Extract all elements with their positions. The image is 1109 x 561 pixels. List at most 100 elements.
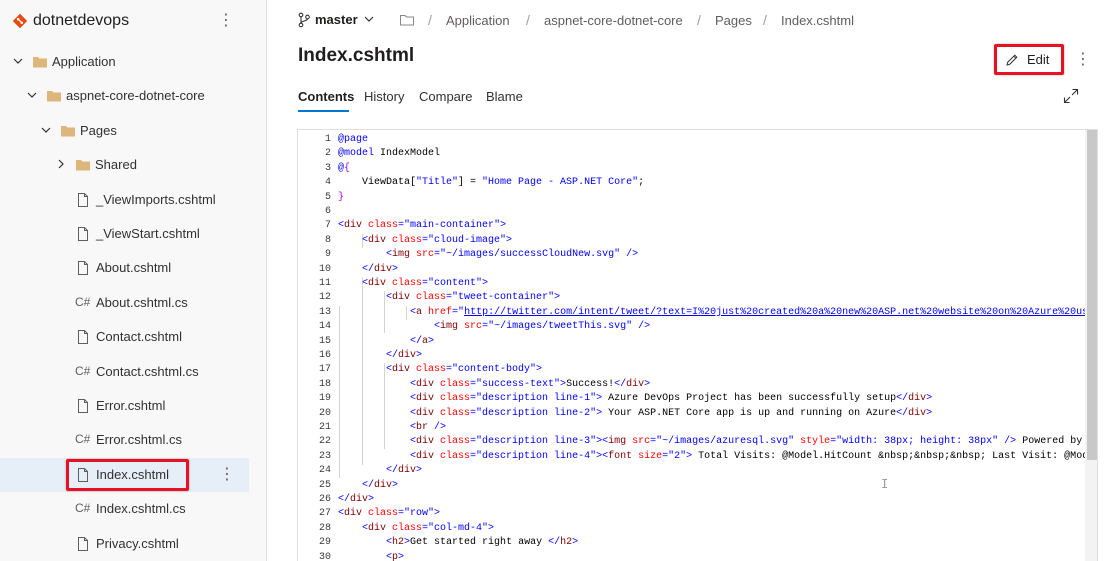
line-number: 5 [324, 191, 331, 203]
code-line: <div class="description line-2"> Your AS… [338, 407, 932, 421]
breadcrumb-item[interactable]: Application [446, 13, 510, 28]
breadcrumb-separator: / [763, 12, 767, 28]
code-token: < [338, 278, 369, 289]
tree-folder[interactable]: Application [0, 45, 249, 79]
tree-file[interactable]: Error.cshtml [0, 389, 249, 423]
code-line: <br /> [338, 421, 446, 435]
tab-contents[interactable]: Contents [298, 89, 354, 104]
code-scrollbar-thumb[interactable] [1087, 130, 1097, 460]
code-token: ="description line-3">< [470, 436, 609, 448]
repo-more-icon[interactable]: ⋮ [218, 11, 234, 31]
repo-name[interactable]: dotnetdevops [33, 12, 129, 30]
code-line: <div class="col-md-4"> [338, 522, 494, 536]
tree-file[interactable]: C# About.cshtml.cs [0, 286, 249, 320]
code-token: div [626, 378, 645, 390]
code-token: ="~/images/azuresql.svg" [650, 436, 795, 448]
breadcrumb-item[interactable]: Pages [715, 13, 752, 28]
tree-file[interactable]: _ViewImports.cshtml [0, 183, 249, 217]
code-line: <div class="success-text">Success!</div> [338, 378, 650, 392]
code-token: < [338, 378, 417, 390]
code-token: br [416, 422, 429, 433]
more-actions-icon[interactable]: ⋮ [1075, 50, 1091, 70]
code-line: <div class="description line-4"><font si… [338, 450, 1098, 464]
code-token: > [392, 263, 399, 275]
code-line: <p> [338, 551, 404, 561]
page-title: Index.cshtml [298, 45, 415, 66]
breadcrumb-item[interactable]: Index.cshtml [781, 13, 854, 28]
code-token: size [632, 450, 663, 462]
code-token[interactable]: http://twitter.com/intent/tweet/?text=I%… [464, 307, 1097, 318]
code-token: "Home Page - ASP.NET Core" [482, 177, 639, 189]
code-token: class [362, 508, 399, 520]
item-more-icon[interactable]: ⋮ [219, 465, 235, 485]
code-token: ="row"> [398, 508, 441, 520]
code-token: Get started right away [410, 537, 549, 549]
chevron-down-icon[interactable] [40, 124, 52, 136]
expand-fullscreen-icon[interactable] [1063, 88, 1079, 104]
code-token: < [338, 234, 369, 246]
file-icon [78, 399, 88, 413]
code-line: <div class="main-container"> [338, 219, 506, 233]
chevron-down-icon[interactable] [363, 13, 375, 25]
csharp-file-icon: C# [75, 501, 91, 516]
tab-history[interactable]: History [364, 89, 404, 104]
chevron-down-icon[interactable] [26, 89, 38, 101]
line-number: 20 [318, 407, 331, 419]
code-token: Azure DevOps Project has been successful… [602, 393, 897, 405]
line-number: 23 [318, 450, 331, 462]
folder-icon[interactable] [399, 12, 415, 28]
csharp-file-icon: C# [75, 363, 91, 378]
code-token: > [392, 479, 399, 491]
tree-folder[interactable]: Shared [0, 148, 249, 182]
pencil-icon [1006, 54, 1018, 66]
code-token: < [338, 407, 417, 419]
code-line: } [338, 191, 344, 205]
line-number: 9 [324, 249, 331, 261]
tab-compare[interactable]: Compare [419, 89, 472, 104]
code-line: <div class="description line-3"><img src… [338, 435, 1097, 449]
code-token: ="success-text"> [470, 378, 567, 390]
code-line: <div class="cloud-image"> [338, 234, 512, 248]
code-token: Total Visits: @Model.HitCount &nbsp;&nbs… [692, 450, 1098, 462]
tree-file[interactable]: Index.cshtml ⋮ [0, 457, 249, 492]
line-number: 27 [318, 508, 331, 520]
tab-blame[interactable]: Blame [486, 89, 523, 104]
tree-folder[interactable]: Pages [0, 114, 249, 148]
line-number: 1 [324, 134, 331, 145]
code-token: div [350, 494, 369, 505]
line-number: 8 [324, 234, 331, 246]
chevron-right-icon[interactable] [55, 158, 67, 170]
branch-selector[interactable]: master [315, 12, 358, 27]
code-token: ="~/images/successCloudNew.svg" /> [434, 249, 639, 261]
edit-button[interactable]: Edit [997, 47, 1061, 73]
code-token: > [926, 407, 933, 419]
tree-item-label: About.cshtml.cs [96, 294, 188, 310]
tree-file[interactable]: Contact.cshtml [0, 320, 249, 354]
tree-file[interactable]: C# Contact.cshtml.cs [0, 355, 249, 389]
tree-item-label: Error.cshtml [96, 398, 166, 413]
tree-file[interactable]: _ViewStart.cshtml [0, 217, 249, 251]
tree-file[interactable]: C# Error.cshtml.cs [0, 423, 249, 457]
breadcrumb-item[interactable]: aspnet-core-dotnet-core [544, 13, 683, 28]
tree-file[interactable]: Privacy.cshtml [0, 527, 249, 561]
tree-folder[interactable]: aspnet-core-dotnet-core [0, 79, 249, 113]
code-line: @{ [338, 162, 350, 176]
code-token: </ [548, 537, 561, 549]
code-token: ViewData[ [338, 177, 417, 189]
code-token: { [344, 162, 351, 174]
code-token: div [416, 378, 435, 390]
code-token: div [392, 364, 411, 376]
code-viewer[interactable]: 1 2 3 4 5 6 7 8 9 10 11 12 13 14 15 16 17 18 19 20 21 22 23 24 2… [297, 129, 1098, 561]
code-line: </div> [338, 349, 422, 363]
code-token: div [416, 393, 435, 405]
chevron-down-icon[interactable] [12, 55, 24, 67]
tree-file[interactable]: About.cshtml [0, 251, 249, 285]
tree-file[interactable]: C# Index.cshtml.cs [0, 492, 249, 526]
code-token: "Title" [416, 177, 459, 189]
active-tab-indicator [298, 110, 349, 112]
code-token: ="description line-4">< [470, 450, 609, 462]
line-number: 13 [318, 306, 331, 318]
code-token: =" [452, 306, 465, 318]
code-token: Success! [566, 378, 615, 390]
code-token: </ [338, 263, 375, 275]
